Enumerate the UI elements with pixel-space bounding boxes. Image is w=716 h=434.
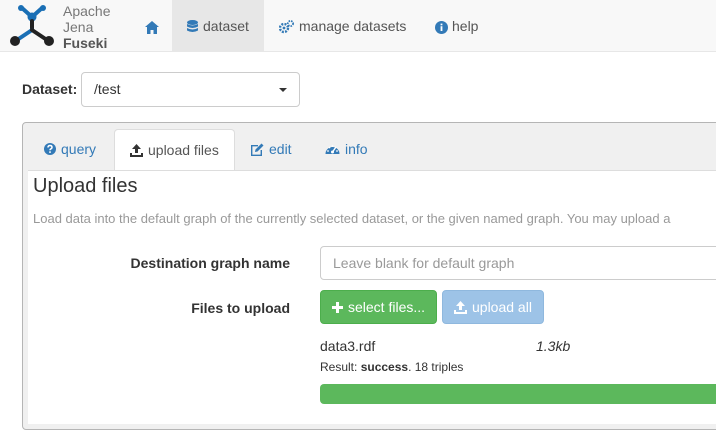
upload-progress-bar: [320, 384, 716, 404]
dataset-label: Dataset:: [22, 81, 78, 97]
plus-icon: [332, 301, 343, 313]
tab-edit[interactable]: edit: [235, 129, 307, 171]
dataset-panel: query upload files edit info Upload file…: [22, 122, 716, 430]
tab-query[interactable]: query: [29, 129, 111, 171]
upload-title: Upload files: [33, 175, 138, 197]
tab-info-label: info: [345, 141, 368, 157]
upload-progress: [320, 384, 716, 404]
nav-dataset[interactable]: dataset: [172, 0, 264, 52]
file-name: data3.rdf: [320, 338, 376, 354]
nav-help[interactable]: help: [420, 0, 493, 52]
files-to-upload-label: Files to upload: [191, 300, 290, 316]
dataset-select[interactable]: /test: [81, 72, 300, 107]
tab-info[interactable]: info: [310, 129, 383, 171]
dataset-select-value: /test: [94, 81, 121, 97]
result-suffix: . 18 triples: [408, 360, 464, 374]
nav-help-label: help: [452, 18, 479, 34]
destination-graph-input[interactable]: Leave blank for default graph: [320, 246, 716, 280]
select-files-button[interactable]: select files...: [320, 290, 438, 324]
file-size: 1.3kb: [536, 338, 571, 354]
result-status: success: [360, 360, 409, 374]
nav-home[interactable]: [130, 0, 174, 52]
caret-down-icon: [279, 88, 287, 92]
brand-line2: Jena: [63, 19, 94, 35]
edit-icon: [251, 143, 264, 156]
dashboard-icon: [325, 145, 340, 155]
result-prefix: Result:: [320, 360, 361, 374]
fuseki-logo-icon: [10, 5, 54, 46]
tab-bar: query upload files edit info: [23, 123, 716, 171]
select-files-label: select files...: [348, 299, 426, 315]
brand-line1: Apache: [63, 3, 111, 19]
upload-result: Result: success. 18 triples: [320, 360, 463, 374]
database-icon: [187, 20, 198, 33]
upload-tab-content: Upload files Load data into the default …: [28, 170, 716, 424]
cogs-icon: [279, 20, 294, 34]
brand-line3: Fuseki: [63, 35, 108, 51]
brand-text: Apache Jena Fuseki: [63, 3, 110, 51]
navbar: Apache Jena Fuseki dataset manage datase…: [0, 0, 716, 52]
upload-all-button[interactable]: upload all: [442, 290, 544, 324]
home-icon: [145, 20, 159, 34]
info-circle-icon: [435, 20, 448, 34]
nav-manage-datasets-label: manage datasets: [299, 18, 407, 34]
brand[interactable]: Apache Jena Fuseki: [4, 2, 116, 51]
upload-description: Load data into the default graph of the …: [33, 211, 671, 226]
tab-query-label: query: [61, 141, 97, 157]
nav-manage-datasets[interactable]: manage datasets: [264, 0, 421, 52]
question-circle-icon: [44, 143, 56, 156]
destination-graph-label: Destination graph name: [130, 255, 290, 271]
tab-upload-files[interactable]: upload files: [114, 129, 235, 171]
tab-edit-label: edit: [269, 141, 292, 157]
upload-icon: [454, 300, 467, 314]
upload-all-label: upload all: [472, 299, 532, 315]
nav-dataset-label: dataset: [203, 18, 249, 34]
tab-upload-files-label: upload files: [148, 142, 219, 158]
upload-icon: [130, 143, 143, 157]
